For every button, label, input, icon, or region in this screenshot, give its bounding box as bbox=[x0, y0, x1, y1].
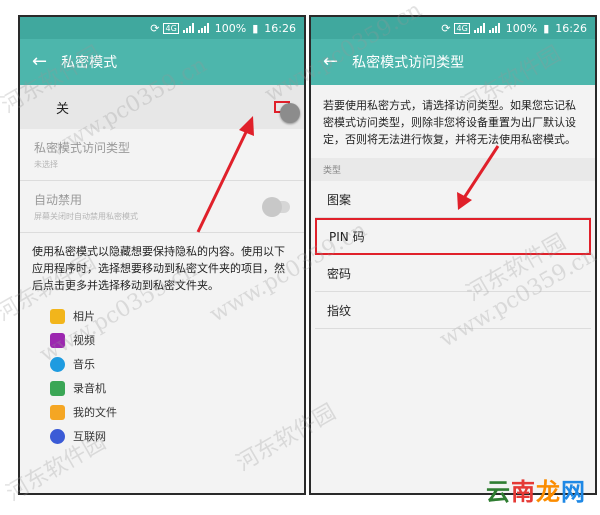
app-label: 音乐 bbox=[73, 358, 95, 371]
clock: 16:26 bbox=[555, 21, 587, 35]
logo-char: 网 bbox=[561, 478, 586, 506]
gallery-icon bbox=[50, 308, 65, 324]
app-item-internet[interactable]: 互联网 bbox=[50, 424, 304, 448]
annotation-arrow bbox=[457, 145, 500, 210]
app-bar: ← 私密模式访问类型 bbox=[311, 39, 595, 85]
page-title: 私密模式访问类型 bbox=[352, 55, 465, 71]
signal-icon bbox=[473, 23, 485, 33]
type-option-password[interactable]: 密码 bbox=[315, 255, 591, 292]
logo-char: 云 bbox=[486, 478, 511, 506]
app-list: 相片 视频 音乐 录音机 我的文件 互联网 bbox=[20, 302, 304, 448]
private-mode-description: 使用私密模式以隐藏想要保持隐私的内容。使用以下应用程序时，选择想要移动到私密文件… bbox=[32, 245, 285, 292]
music-icon bbox=[50, 356, 65, 372]
annotation-arrow bbox=[196, 116, 254, 233]
app-label: 相片 bbox=[73, 310, 95, 323]
internet-icon bbox=[50, 428, 65, 444]
app-label: 互联网 bbox=[73, 430, 106, 443]
setting-title: 自动禁用 bbox=[34, 193, 83, 207]
type-option-pin[interactable]: PIN 码 bbox=[315, 218, 591, 255]
app-item-my-files[interactable]: 我的文件 bbox=[50, 400, 304, 424]
app-label: 录音机 bbox=[73, 382, 106, 395]
type-option-fingerprint[interactable]: 指纹 bbox=[315, 292, 591, 329]
battery-level: 100% bbox=[505, 21, 538, 35]
logo-char: 龙 bbox=[536, 478, 561, 506]
app-bar: ← 私密模式 bbox=[20, 39, 304, 85]
highlight-box bbox=[274, 101, 300, 123]
battery-level: 100% bbox=[214, 21, 247, 35]
app-item-gallery[interactable]: 相片 bbox=[50, 304, 304, 328]
toggle-label: 关 bbox=[56, 101, 70, 117]
status-bar: ⟳ 4G 100% ▮ 16:26 bbox=[20, 17, 304, 39]
page-title: 私密模式 bbox=[61, 55, 118, 71]
app-item-music[interactable]: 音乐 bbox=[50, 352, 304, 376]
logo-char: 南 bbox=[511, 478, 536, 506]
video-icon bbox=[50, 332, 65, 348]
sync-icon: ⟳ bbox=[150, 21, 160, 35]
signal-icon bbox=[182, 23, 194, 33]
status-bar: ⟳ 4G 100% ▮ 16:26 bbox=[311, 17, 595, 39]
site-logo: 云 南 龙 网 bbox=[486, 472, 586, 507]
signal-icon bbox=[197, 23, 209, 33]
app-item-video[interactable]: 视频 bbox=[50, 328, 304, 352]
folder-icon bbox=[50, 404, 65, 420]
network-type-icon: 4G bbox=[454, 22, 470, 34]
clock: 16:26 bbox=[264, 21, 296, 35]
phone-screen-private-mode: ⟳ 4G 100% ▮ 16:26 ← 私密模式 关 私密模式访问类型 未选择 … bbox=[18, 15, 306, 495]
battery-icon: ▮ bbox=[543, 21, 550, 35]
setting-subtitle: 屏幕关闭时自动禁用私密模式 bbox=[34, 212, 138, 221]
app-label: 我的文件 bbox=[73, 406, 117, 419]
signal-icon bbox=[488, 23, 500, 33]
phone-screen-access-type: ⟳ 4G 100% ▮ 16:26 ← 私密模式访问类型 若要使用私密方式，请选… bbox=[309, 15, 597, 495]
app-item-recorder[interactable]: 录音机 bbox=[50, 376, 304, 400]
back-arrow-icon[interactable]: ← bbox=[323, 53, 338, 71]
app-label: 视频 bbox=[73, 334, 95, 347]
recorder-icon bbox=[50, 380, 65, 396]
back-arrow-icon[interactable]: ← bbox=[32, 53, 47, 71]
battery-icon: ▮ bbox=[252, 21, 259, 35]
network-type-icon: 4G bbox=[163, 22, 179, 34]
sync-icon: ⟳ bbox=[441, 21, 451, 35]
